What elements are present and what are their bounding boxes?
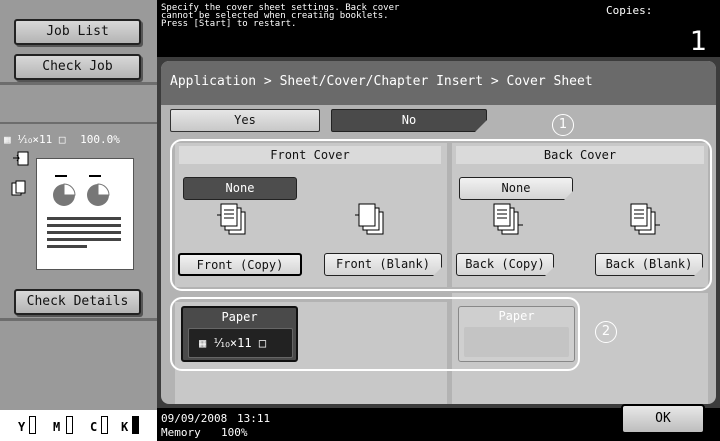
front-lower-area (175, 366, 447, 404)
yes-button[interactable]: Yes (170, 109, 320, 132)
toner-label-c: C (90, 420, 98, 434)
toner-bar-c (101, 416, 108, 434)
memory-value: 100% (221, 426, 248, 439)
output-tray-icon (13, 151, 29, 166)
toner-label-k: K (121, 420, 129, 434)
copies-label: Copies: (606, 4, 653, 17)
orientation-icon: □ (58, 133, 66, 146)
ok-button[interactable]: OK (621, 404, 705, 434)
copies-count: 1 (689, 26, 707, 57)
toner-label-m: M (53, 420, 61, 434)
preview-image (47, 175, 121, 248)
check-details-button[interactable]: Check Details (14, 289, 141, 315)
toner-indicator: Y M C K (0, 410, 157, 441)
memory-label: Memory (161, 426, 201, 439)
paper-info: ▦ ⅒×11 □ 100.0% (4, 133, 120, 146)
status-date: 09/09/2008 (161, 412, 228, 425)
paper-size-text: ⅒×11 (17, 133, 53, 146)
check-job-button[interactable]: Check Job (14, 54, 141, 80)
toner-bar-m (66, 416, 73, 434)
cover-group-outline (170, 139, 712, 291)
status-time: 13:11 (237, 412, 271, 425)
main-panel: Application > Sheet/Cover/Chapter Insert… (157, 57, 720, 408)
no-button[interactable]: No (331, 109, 487, 132)
zoom-text: 100.0% (80, 133, 120, 146)
divider (0, 82, 157, 85)
toner-bar-y (29, 416, 36, 434)
divider (0, 122, 157, 124)
toner-bar-k (132, 416, 139, 434)
cover-sheet-settings: Application > Sheet/Cover/Chapter Insert… (161, 61, 716, 404)
breadcrumb: Application > Sheet/Cover/Chapter Insert… (170, 74, 593, 89)
paper-group-outline (170, 297, 580, 371)
left-sidebar: Job List Check Job ▦ ⅒×11 □ 100.0% Check… (0, 0, 157, 441)
divider (0, 318, 157, 321)
toner-label-y: Y (18, 420, 26, 434)
breadcrumb-bar: Application > Sheet/Cover/Chapter Insert… (161, 61, 716, 105)
callout-2: 2 (595, 321, 617, 343)
message-banner: Specify the cover sheet settings. Back c… (157, 0, 720, 57)
document-preview (36, 158, 134, 270)
staple-icon (11, 180, 26, 196)
paper-tray-icon: ▦ (4, 133, 11, 146)
job-list-button[interactable]: Job List (14, 19, 141, 45)
instruction-message: Specify the cover sheet settings. Back c… (161, 3, 400, 29)
callout-1: 1 (552, 114, 574, 136)
